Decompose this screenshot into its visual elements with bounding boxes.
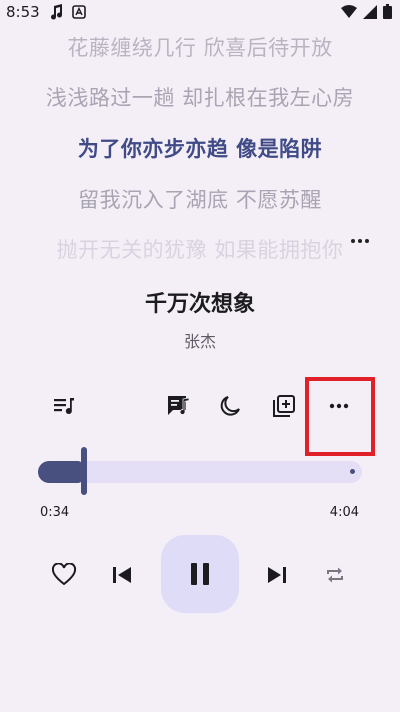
- next-button[interactable]: [262, 560, 292, 590]
- status-time: 8:53: [6, 3, 40, 21]
- battery-icon: [383, 4, 392, 19]
- repeat-button[interactable]: [320, 560, 350, 590]
- favorite-button[interactable]: [49, 560, 79, 590]
- current-time: 0:34: [40, 505, 70, 520]
- seek-bar-end-dot: [350, 469, 355, 474]
- lyric-line[interactable]: 抛开无关的犹豫 如果能拥抱你: [0, 234, 400, 264]
- sleep-timer-icon: [220, 396, 240, 416]
- lyrics-icon: [168, 396, 190, 415]
- sleep-timer-button[interactable]: [217, 392, 245, 420]
- heart-icon: [51, 563, 77, 586]
- pause-icon: [191, 563, 209, 585]
- song-artist[interactable]: 张杰: [0, 328, 400, 352]
- status-left-icons: [50, 4, 86, 20]
- lyrics-more-button[interactable]: [348, 233, 372, 249]
- music-note-icon: [51, 4, 63, 20]
- notification-a-icon: [72, 5, 86, 19]
- signal-icon: [363, 4, 377, 19]
- lyrics-button[interactable]: [164, 392, 192, 420]
- seek-bar-thumb[interactable]: [81, 447, 87, 495]
- lyric-line[interactable]: 浅浅路过一趟 却扎根在我左心房: [0, 82, 400, 112]
- queue-button[interactable]: [50, 392, 78, 420]
- queue-icon: [54, 398, 74, 415]
- repeat-icon: [327, 567, 343, 583]
- add-to-playlist-button[interactable]: [270, 392, 298, 420]
- more-icon: [351, 239, 355, 243]
- total-time: 4:04: [329, 505, 359, 520]
- lyric-line[interactable]: 花藤缠绕几行 欣喜后待开放: [0, 32, 400, 62]
- status-right-icons: [341, 4, 392, 19]
- highlight-box: [305, 377, 375, 456]
- song-title: 千万次想象: [144, 292, 255, 317]
- wifi-icon: [341, 4, 357, 18]
- lyric-line[interactable]: 留我沉入了湖底 不愿苏醒: [0, 184, 400, 214]
- lyric-line-active[interactable]: 为了你亦步亦趋 像是陷阱: [0, 133, 400, 163]
- add-to-playlist-icon: [273, 395, 295, 417]
- seek-bar-progress: [38, 461, 82, 483]
- skip-next-icon: [268, 567, 286, 583]
- skip-previous-icon: [113, 567, 131, 583]
- previous-button[interactable]: [107, 560, 137, 590]
- pause-button[interactable]: [161, 535, 239, 613]
